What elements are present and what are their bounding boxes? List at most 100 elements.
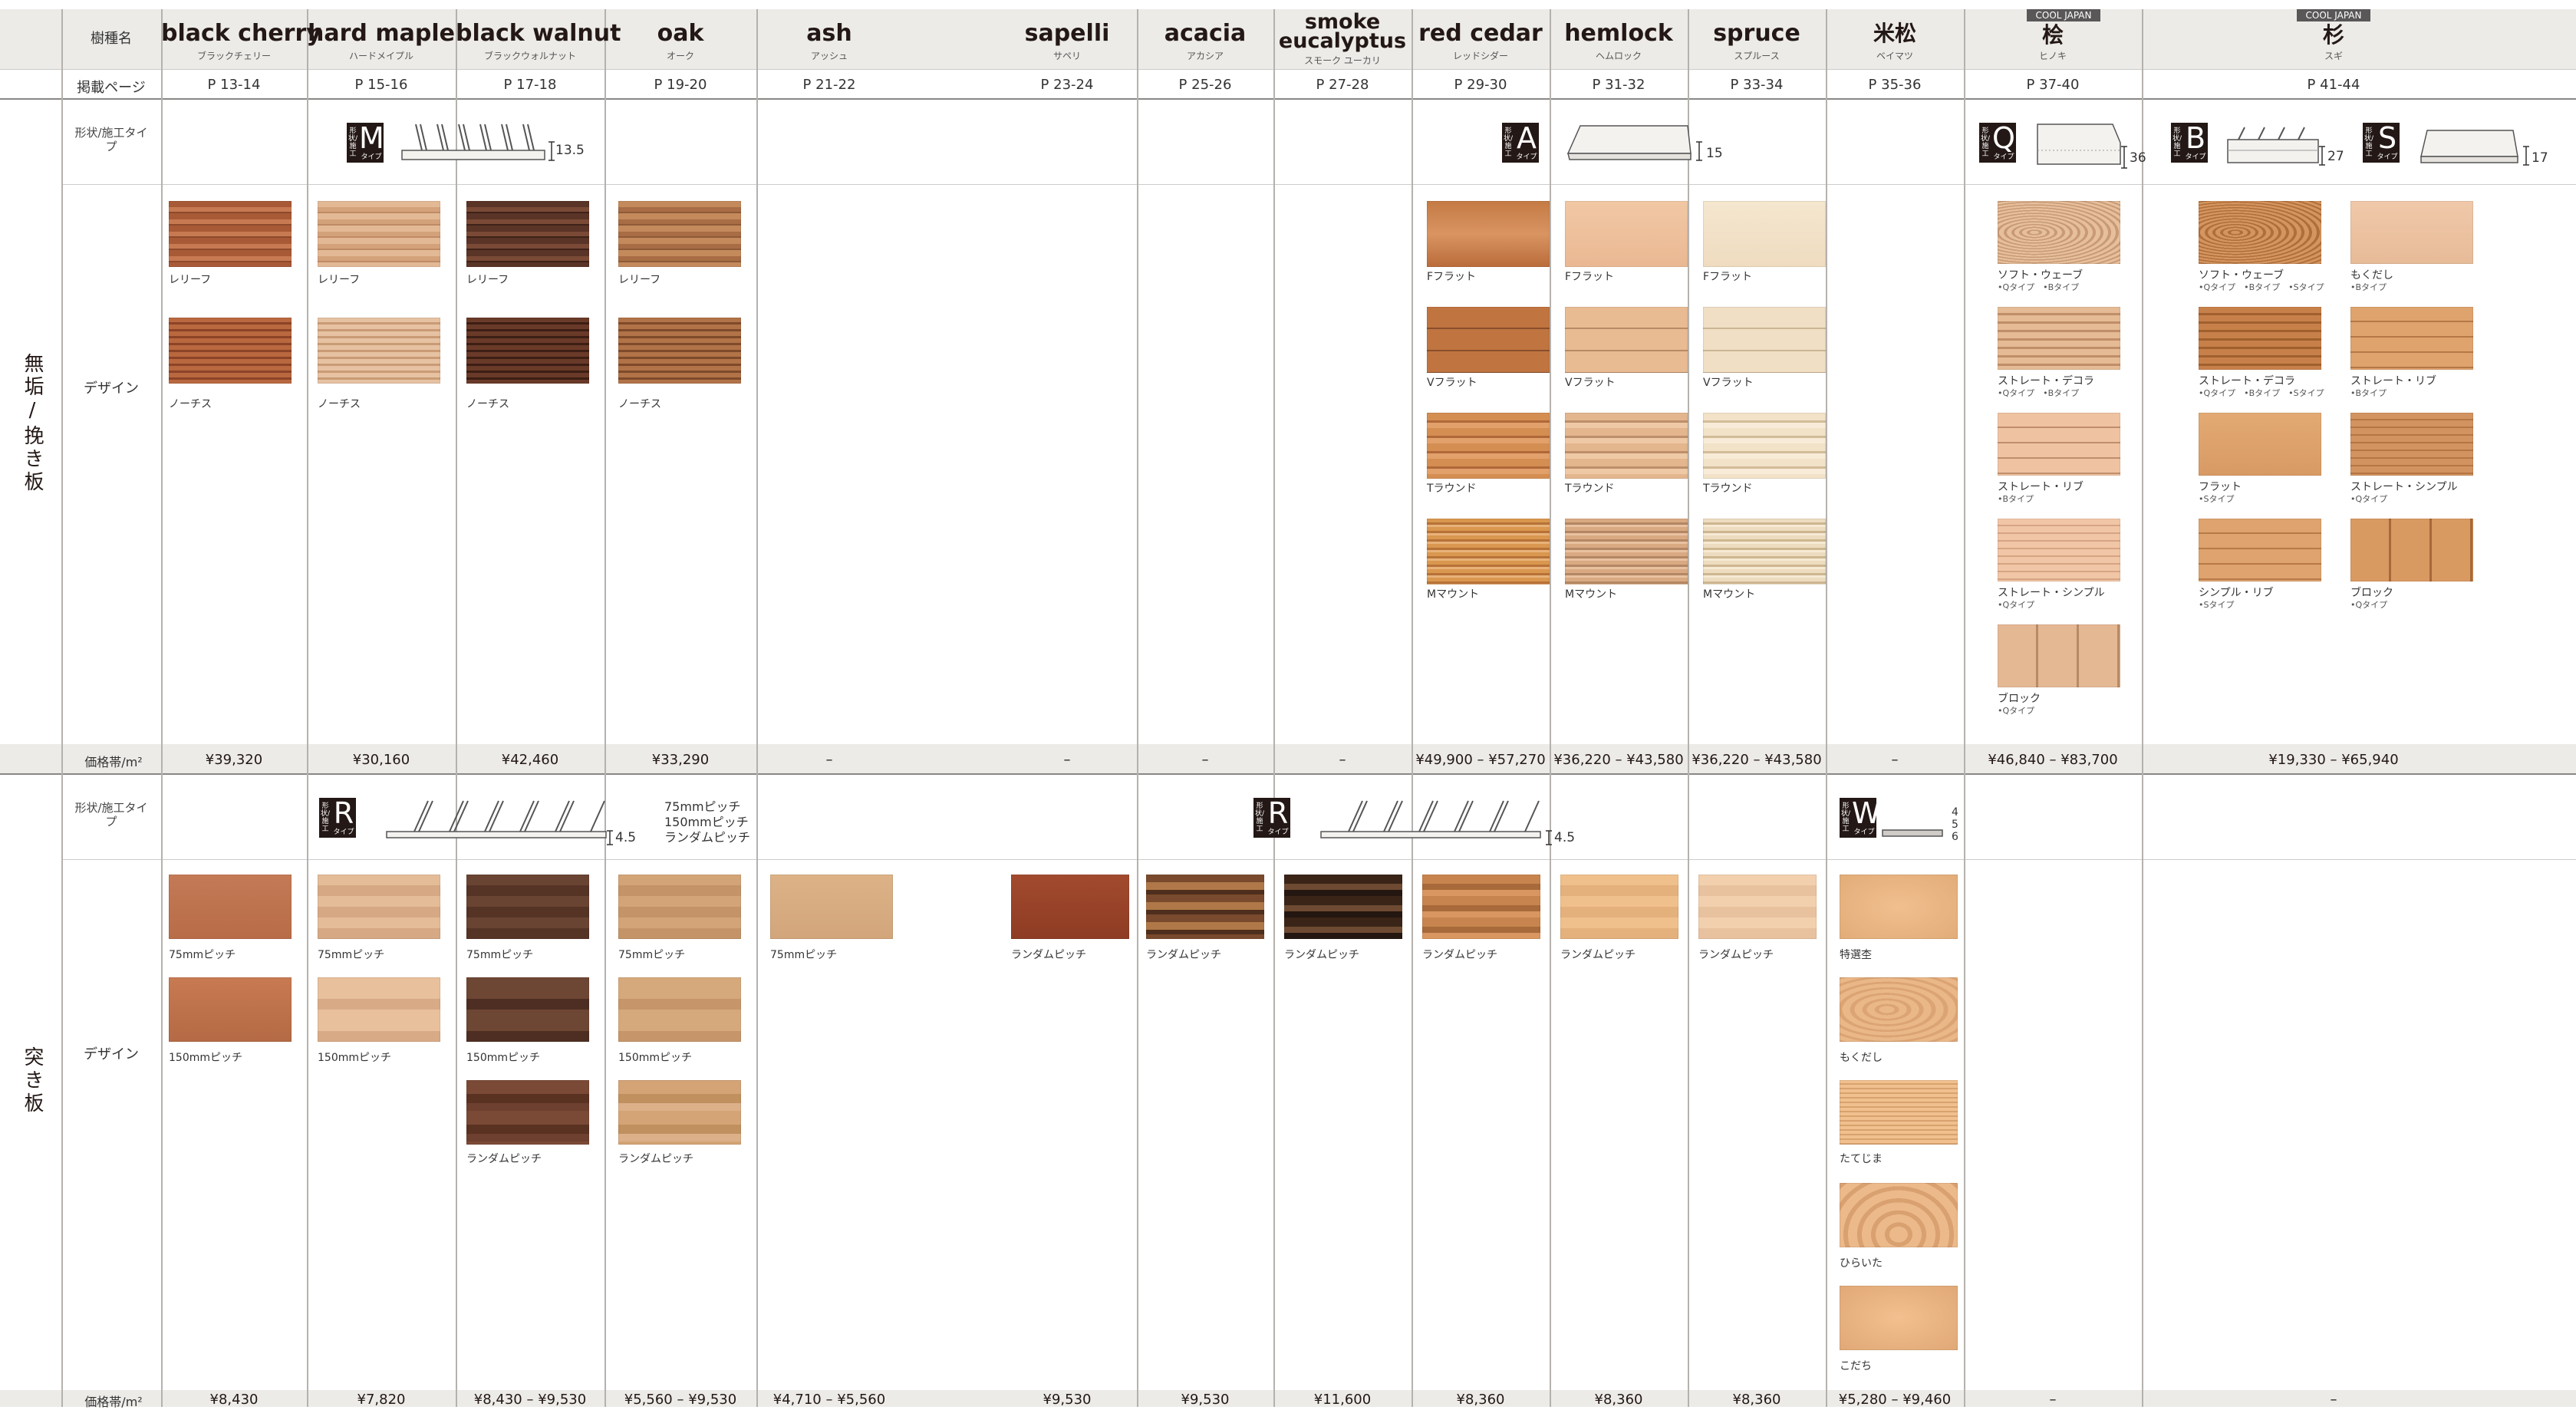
swatch-black-walnut-150 (466, 977, 589, 1042)
shape-type-label: 形状/施工タイプ (74, 801, 148, 829)
swatch-hinoki-straightrib (1998, 413, 2120, 476)
species-name-ja: ブラックチェリー (196, 51, 271, 61)
price-veneer: ¥8,360 (1594, 1392, 1643, 1408)
dim-bracket-icon (2523, 146, 2529, 166)
price-veneer: ¥8,430 – ¥9,530 (473, 1392, 587, 1408)
swatch-spruce-random (1698, 875, 1817, 939)
page-ref: P 15-16 (354, 77, 408, 93)
swatch-spruce-fflat (1703, 201, 1826, 267)
species-name: red cedar (1418, 20, 1543, 47)
price-veneer: – (2049, 1392, 2057, 1408)
page-ref: P 19-20 (654, 77, 707, 93)
price-solid: ¥42,460 (501, 752, 559, 768)
swatch-hinoki-block (1998, 624, 2120, 687)
swatch-caption: ランダムピッチ (1284, 949, 1359, 961)
dim-w: 6 (1952, 831, 1958, 843)
type-r-badge: 形状/施工 R タイプ (319, 798, 356, 838)
design-label: デザイン (84, 381, 139, 397)
swatch-caption: Tラウンド (1565, 483, 1615, 495)
swatch-caption: ノーチス (618, 398, 661, 410)
dim-r: 4.5 (1554, 830, 1576, 845)
swatch-caption: Tラウンド (1427, 483, 1477, 495)
swatch-sugi-block (2350, 519, 2473, 581)
species-name: black walnut (456, 20, 621, 47)
dim-bracket-icon (1696, 141, 1702, 161)
swatch-subcaption: •Qタイプ •Bタイプ •Sタイプ (2199, 282, 2324, 292)
swatch-oak-150 (618, 977, 741, 1042)
swatch-subcaption: •Sタイプ (2199, 494, 2235, 504)
swatch-caption: こだち (1840, 1360, 1872, 1372)
swatch-caption: Mマウント (1427, 588, 1480, 601)
swatch-red-cedar-fflat (1427, 201, 1550, 267)
page-ref: P 27-28 (1316, 77, 1369, 93)
section-title-veneer: 突き板 (21, 1046, 44, 1115)
species-name: 米松 (1873, 21, 1916, 46)
pitch-option: ランダムピッチ (664, 830, 751, 845)
swatch-subcaption: •Sタイプ (2199, 600, 2235, 610)
swatch-subcaption: •Qタイプ (2350, 494, 2388, 504)
profile-q-icon (2037, 124, 2121, 165)
species-name-ja: ベイマツ (1876, 51, 1913, 61)
swatch-subcaption: •Qタイプ •Bタイプ •Sタイプ (2199, 388, 2324, 398)
price-veneer: ¥8,430 (209, 1392, 259, 1408)
swatch-hemlock-mmount (1565, 519, 1688, 585)
swatch-caption: ランダムピッチ (1011, 949, 1086, 961)
species-name-ja: スモーク ユーカリ (1304, 55, 1381, 66)
swatch-caption: フラット (2199, 481, 2242, 493)
swatch-caption: もくだし (2350, 269, 2393, 282)
swatch-black-cherry-150 (169, 977, 292, 1042)
swatch-caption: Mマウント (1703, 588, 1756, 601)
price-veneer: ¥9,530 (1181, 1392, 1230, 1408)
price-veneer: ¥5,280 – ¥9,460 (1838, 1392, 1952, 1408)
swatch-caption: ストレート・リブ (2350, 375, 2436, 387)
dim-a: 15 (1706, 146, 1723, 161)
swatch-beimatsu-tokusen (1840, 875, 1958, 939)
type-q-badge: 形状/施工 Q タイプ (1979, 121, 2016, 163)
swatch-caption: 75mmピッチ (770, 949, 838, 961)
species-name: hemlock (1564, 20, 1673, 47)
cool-japan-badge: COOL JAPAN (2297, 9, 2370, 21)
swatch-subcaption: •Qタイプ •Bタイプ (1998, 388, 2080, 398)
swatch-subcaption: •Qタイプ (1998, 706, 2035, 716)
species-name-ja: ヘムロック (1595, 51, 1642, 61)
page-label: 掲載ページ (77, 80, 146, 96)
profile-b-icon (2227, 127, 2319, 163)
page-ref: P 33-34 (1730, 77, 1784, 93)
swatch-acacia-random (1146, 875, 1264, 939)
swatch-sapelli-random (1011, 875, 1129, 939)
dim-bracket-icon (548, 141, 555, 161)
swatch-caption: 150mmピッチ (618, 1052, 692, 1064)
price-solid: ¥46,840 – ¥83,700 (1988, 752, 2118, 768)
swatch-spruce-tround (1703, 413, 1826, 479)
swatch-caption: ブロック (2350, 587, 2393, 599)
species-name-ja: サペリ (1052, 51, 1081, 61)
swatch-caption: レリーフ (169, 274, 212, 286)
page-ref: P 37-40 (2026, 77, 2080, 93)
species-name: sapelli (1024, 20, 1110, 47)
shape-type-label: 形状/施工タイプ (74, 126, 148, 153)
swatch-hemlock-random (1560, 875, 1678, 939)
swatch-sugi-straightsimple (2350, 413, 2473, 476)
species-label: 樹種名 (91, 31, 132, 47)
swatch-beimatsu-kodachi (1840, 1286, 1958, 1350)
swatch-hemlock-tround (1565, 413, 1688, 479)
swatch-caption: Vフラット (1427, 377, 1477, 389)
species-name: smoke eucalyptus (1278, 10, 1407, 53)
price-solid: ¥39,320 (205, 752, 263, 768)
swatch-caption: レリーフ (618, 274, 661, 286)
page-ref: P 25-26 (1178, 77, 1232, 93)
swatch-red-cedar-tround (1427, 413, 1550, 479)
species-name-ja: レッドシダー (1452, 51, 1508, 61)
price-solid: – (825, 752, 833, 768)
profile-a-icon (1566, 125, 1692, 160)
swatch-spruce-vflat (1703, 307, 1826, 373)
price-veneer: ¥5,560 – ¥9,530 (624, 1392, 737, 1408)
swatch-caption: ストレート・シンプル (1998, 587, 2105, 599)
swatch-subcaption: •Bタイプ (1998, 494, 2034, 504)
dim-w: 4 (1952, 806, 1958, 819)
swatch-beimatsu-hiraita (1840, 1183, 1958, 1247)
swatch-subcaption: •Bタイプ (2350, 282, 2387, 292)
swatch-sugi-mokudashi (2350, 201, 2473, 264)
swatch-oak-75 (618, 875, 741, 939)
species-name-ja: ハードメイプル (348, 51, 413, 61)
